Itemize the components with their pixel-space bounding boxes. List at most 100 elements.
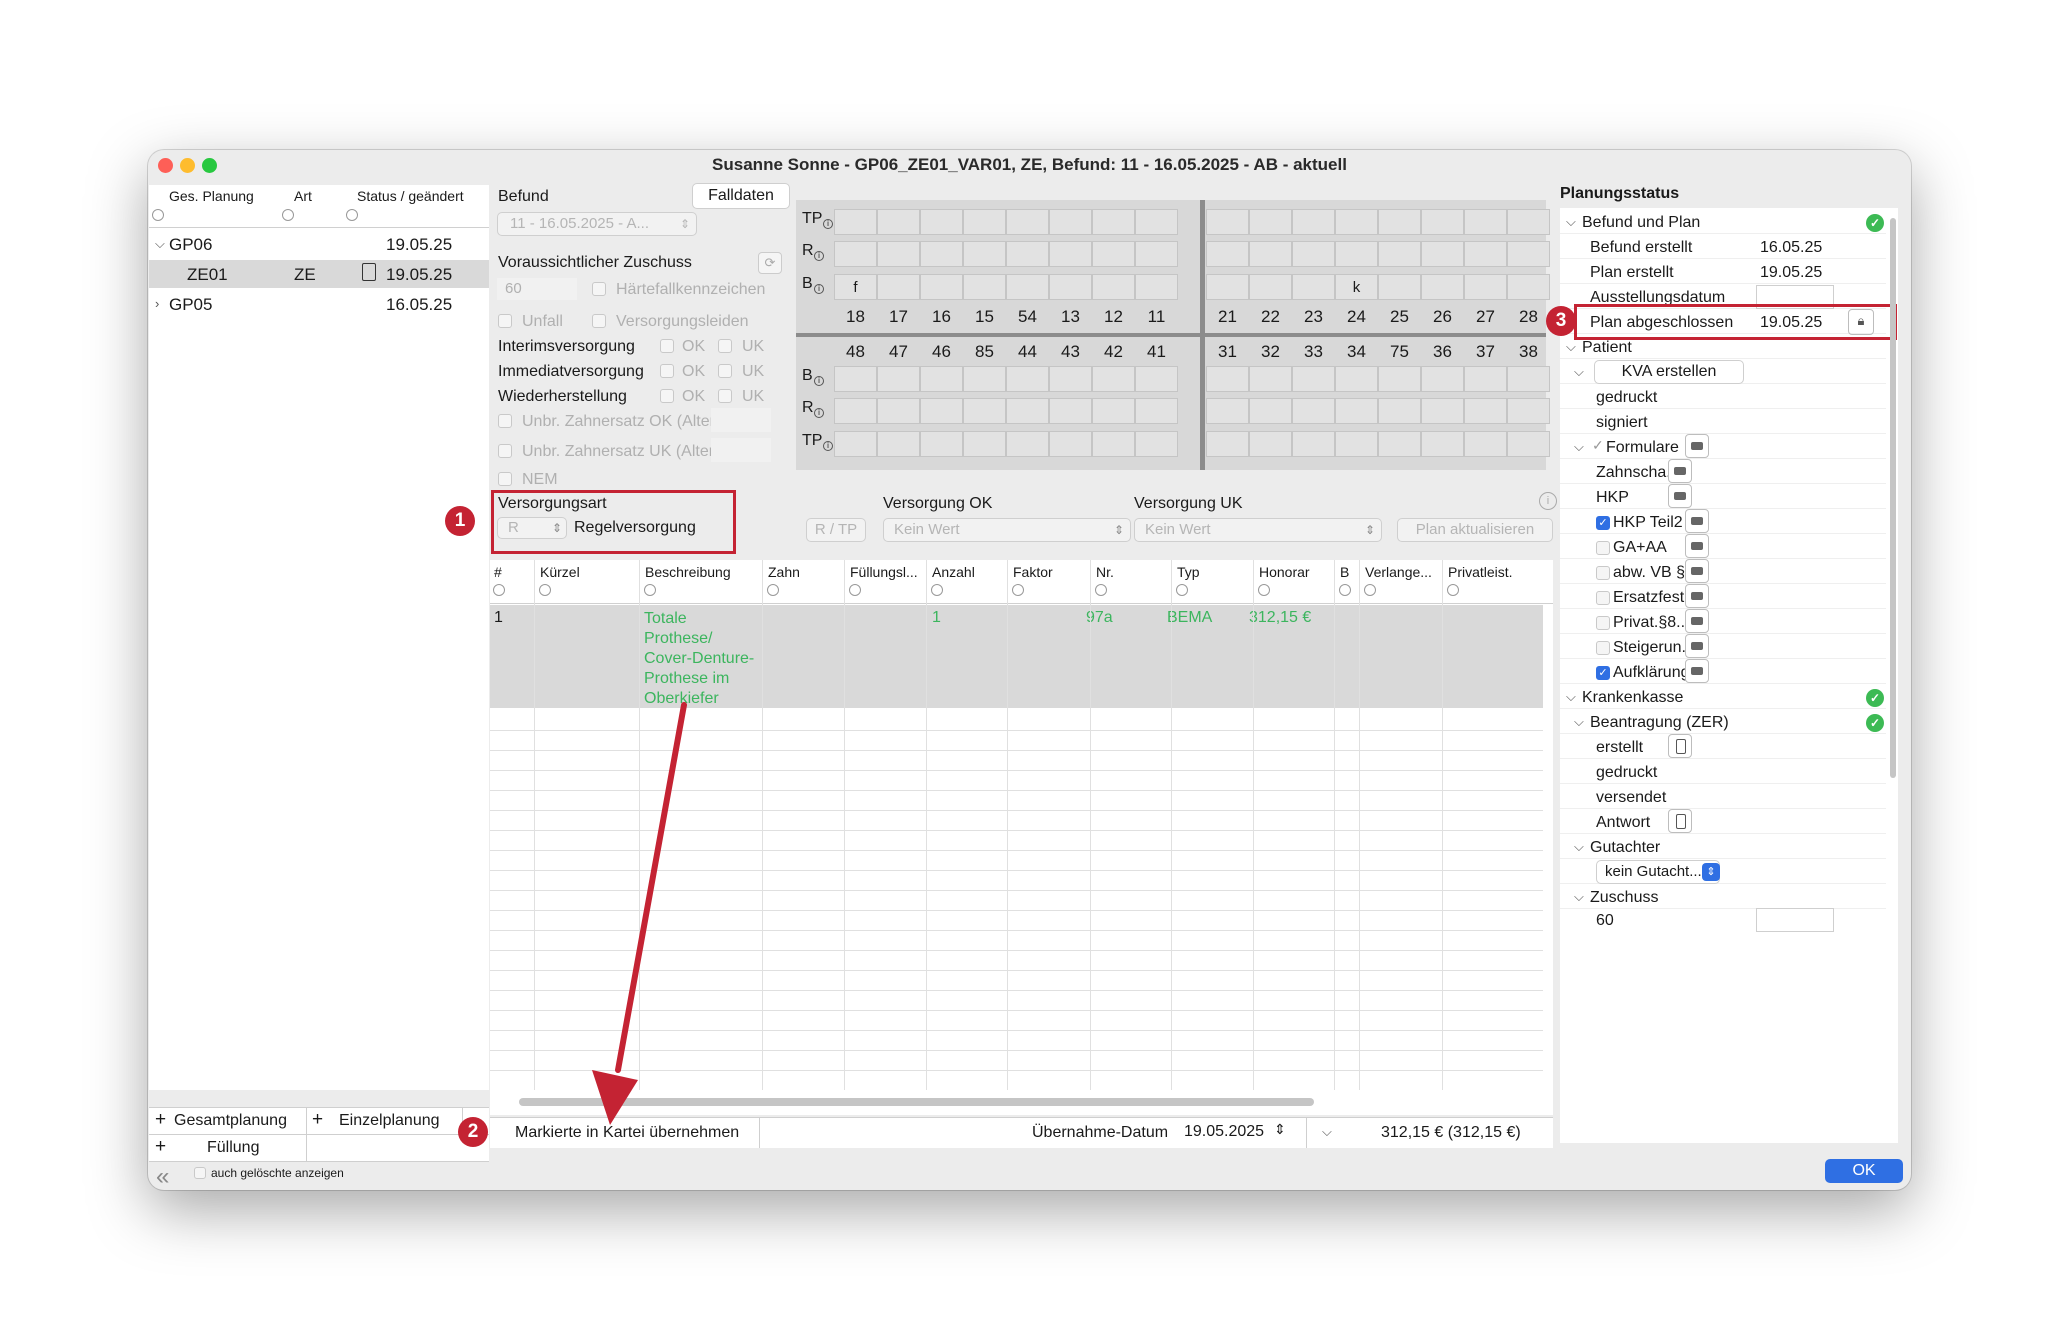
tooth-cell[interactable] xyxy=(1378,209,1421,235)
printer-icon[interactable] xyxy=(1685,559,1709,583)
tooth-cell[interactable] xyxy=(1421,366,1464,392)
tooth-cell[interactable] xyxy=(963,398,1006,424)
info-icon[interactable]: i xyxy=(814,251,824,261)
tooth-cell[interactable] xyxy=(877,241,920,267)
tooth-cell[interactable] xyxy=(1507,209,1550,235)
tooth-number[interactable]: 23 xyxy=(1292,307,1335,327)
tooth-number[interactable]: 25 xyxy=(1378,307,1421,327)
info-icon[interactable]: i xyxy=(814,376,824,386)
printer-icon[interactable] xyxy=(1685,584,1709,608)
tooth-number[interactable]: 41 xyxy=(1135,342,1178,362)
tooth-cell[interactable] xyxy=(1464,241,1507,267)
form-checkbox[interactable]: ✓ xyxy=(1596,516,1610,530)
tooth-cell[interactable] xyxy=(1421,431,1464,457)
tooth-number[interactable]: 13 xyxy=(1049,307,1092,327)
tooth-cell[interactable] xyxy=(1335,241,1378,267)
tooth-cell[interactable] xyxy=(1378,431,1421,457)
tooth-number[interactable]: 47 xyxy=(877,342,920,362)
tooth-cell[interactable] xyxy=(920,241,963,267)
tooth-cell[interactable] xyxy=(1135,241,1178,267)
tooth-cell[interactable] xyxy=(1421,274,1464,300)
tooth-cell[interactable] xyxy=(1378,274,1421,300)
tooth-number[interactable]: 43 xyxy=(1049,342,1092,362)
tooth-number[interactable]: 27 xyxy=(1464,307,1507,327)
tooth-cell[interactable] xyxy=(1135,366,1178,392)
tooth-cell[interactable] xyxy=(963,431,1006,457)
form-checkbox[interactable] xyxy=(1596,616,1610,630)
tooth-cell[interactable] xyxy=(1206,209,1249,235)
tooth-cell[interactable] xyxy=(920,209,963,235)
chevron-down-icon[interactable]: ⌵ xyxy=(1574,364,1584,380)
tooth-cell[interactable] xyxy=(1292,209,1335,235)
clipboard-icon[interactable] xyxy=(1668,734,1692,758)
tooth-cell[interactable] xyxy=(1507,274,1550,300)
tooth-number[interactable]: 75 xyxy=(1378,342,1421,362)
tooth-number[interactable]: 48 xyxy=(834,342,877,362)
printer-icon[interactable] xyxy=(1685,434,1709,458)
tooth-cell[interactable] xyxy=(1049,241,1092,267)
tooth-cell[interactable] xyxy=(1464,366,1507,392)
chevron-down-icon[interactable]: ⌵ xyxy=(1574,714,1584,730)
tooth-cell[interactable] xyxy=(1335,398,1378,424)
tooth-cell[interactable] xyxy=(1092,241,1135,267)
tooth-cell[interactable] xyxy=(1464,398,1507,424)
tooth-cell[interactable] xyxy=(1249,431,1292,457)
tooth-cell[interactable] xyxy=(1092,431,1135,457)
tooth-number[interactable]: 85 xyxy=(963,342,1006,362)
tooth-cell[interactable] xyxy=(834,366,877,392)
tooth-cell[interactable] xyxy=(1092,274,1135,300)
tooth-cell[interactable] xyxy=(1049,274,1092,300)
clipboard-icon[interactable] xyxy=(1668,809,1692,833)
info-icon[interactable]: i xyxy=(823,219,833,229)
tooth-cell[interactable] xyxy=(1249,274,1292,300)
vertical-scrollbar[interactable] xyxy=(1890,218,1896,778)
form-checkbox[interactable]: ✓ xyxy=(1596,666,1610,680)
tooth-cell[interactable] xyxy=(834,209,877,235)
tooth-cell[interactable] xyxy=(877,398,920,424)
tooth-cell[interactable] xyxy=(1464,209,1507,235)
tooth-number[interactable]: 32 xyxy=(1249,342,1292,362)
tooth-cell[interactable] xyxy=(834,431,877,457)
tooth-cell[interactable] xyxy=(877,431,920,457)
tooth-number[interactable]: 17 xyxy=(877,307,920,327)
tooth-number[interactable]: 42 xyxy=(1092,342,1135,362)
tooth-cell[interactable] xyxy=(1006,209,1049,235)
kva-erstellen-button[interactable]: KVA erstellen xyxy=(1594,360,1744,384)
tooth-number[interactable]: 24 xyxy=(1335,307,1378,327)
tooth-number[interactable]: 18 xyxy=(834,307,877,327)
printer-icon[interactable] xyxy=(1685,509,1709,533)
tooth-number[interactable]: 15 xyxy=(963,307,1006,327)
tooth-cell[interactable] xyxy=(1249,241,1292,267)
tooth-cell[interactable] xyxy=(1507,366,1550,392)
printer-icon[interactable] xyxy=(1685,659,1709,683)
tooth-cell[interactable] xyxy=(1378,366,1421,392)
chevron-down-icon[interactable]: ⌵ xyxy=(1566,689,1576,705)
tooth-cell[interactable] xyxy=(1135,209,1178,235)
tooth-cell[interactable] xyxy=(1006,398,1049,424)
printer-icon[interactable] xyxy=(1685,534,1709,558)
tooth-cell[interactable] xyxy=(1006,366,1049,392)
checkmark-icon[interactable]: ✓ xyxy=(1592,437,1604,454)
tooth-number[interactable]: 11 xyxy=(1135,307,1178,327)
tooth-number[interactable]: 37 xyxy=(1464,342,1507,362)
tooth-cell[interactable] xyxy=(963,274,1006,300)
tooth-cell[interactable] xyxy=(1249,398,1292,424)
printer-icon[interactable] xyxy=(1668,459,1692,483)
tooth-cell[interactable] xyxy=(1335,209,1378,235)
tooth-cell[interactable] xyxy=(1292,241,1335,267)
chevron-down-icon[interactable]: ⌵ xyxy=(1566,339,1576,355)
tooth-cell[interactable] xyxy=(1092,398,1135,424)
chevron-down-icon[interactable]: ⌵ xyxy=(1574,889,1584,905)
tooth-cell[interactable] xyxy=(1135,431,1178,457)
tooth-cell[interactable] xyxy=(963,209,1006,235)
tooth-cell[interactable] xyxy=(1292,366,1335,392)
tooth-cell[interactable] xyxy=(877,366,920,392)
tooth-cell[interactable] xyxy=(1378,398,1421,424)
tooth-cell[interactable] xyxy=(1249,209,1292,235)
tooth-cell[interactable] xyxy=(1206,241,1249,267)
tooth-cell[interactable] xyxy=(1464,274,1507,300)
tooth-number[interactable]: 28 xyxy=(1507,307,1550,327)
tooth-cell[interactable] xyxy=(1049,431,1092,457)
tooth-cell[interactable] xyxy=(1292,274,1335,300)
printer-icon[interactable] xyxy=(1668,484,1692,508)
